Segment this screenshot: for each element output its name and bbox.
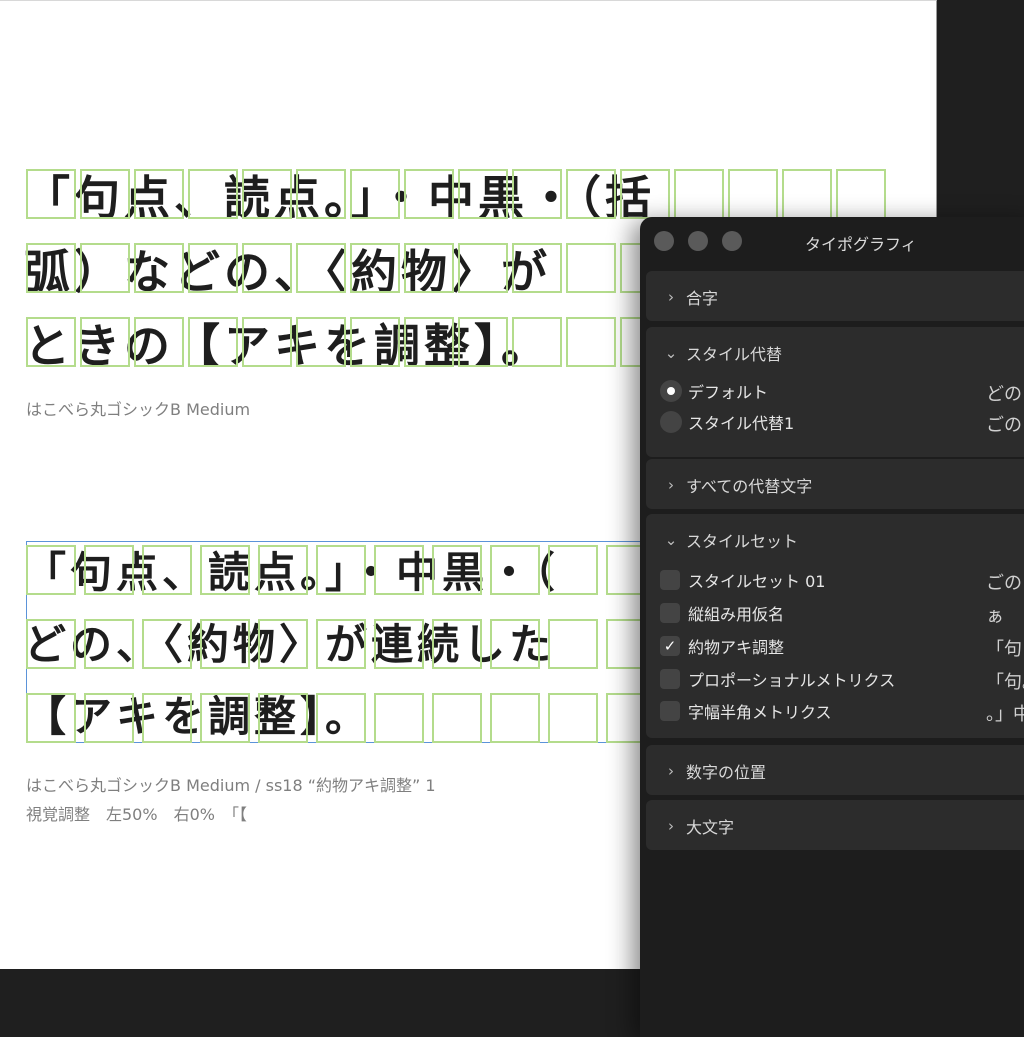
section-capitals[interactable]: › 大文字	[646, 800, 1024, 850]
glyph-preview: どの	[986, 384, 1022, 405]
checkbox	[660, 701, 680, 721]
section-header[interactable]: ⌄ スタイル代替	[662, 341, 782, 365]
section-label: すべての代替文字	[686, 477, 813, 496]
sample2-caption-line2: 視覚調整 左50% 右0% 「【	[26, 805, 247, 824]
option-label: スタイルセット 01	[688, 572, 826, 591]
radio-unselected-icon	[660, 411, 682, 433]
option-label: 縦組み用仮名	[688, 605, 785, 624]
radio-selected-icon	[660, 380, 682, 402]
section-header[interactable]: ⌄ スタイルセット	[662, 528, 798, 552]
glyph-preview: 「句。	[986, 672, 1024, 693]
glyph-frame	[836, 169, 886, 219]
section-all-alternates[interactable]: › すべての代替文字	[646, 459, 1024, 509]
chevron-right-icon: ›	[668, 762, 674, 780]
glyph-preview: 。」中	[986, 704, 1024, 725]
radio-default[interactable]: デフォルト	[660, 379, 768, 403]
checkbox	[660, 669, 680, 689]
checkbox-proportional-metrics[interactable]: プロポーショナルメトリクス	[660, 667, 895, 691]
glyph-preview: ごの	[986, 415, 1022, 436]
glyph-frame	[728, 169, 778, 219]
chevron-down-icon: ⌄	[664, 344, 678, 362]
sample1-line: 弧）などの、〈約物〉が	[24, 245, 551, 299]
glyph-preview: ごの	[986, 573, 1022, 594]
typography-panel: タイポグラフィ › 合字 ⌄ スタイル代替 デフォルト どの スタイル代替1 ごの …	[640, 217, 1024, 1037]
sample2-line: どの、〈約物〉が連続した	[24, 620, 556, 669]
glyph-preview: ぁ	[986, 606, 1004, 627]
panel-titlebar[interactable]: タイポグラフィ	[640, 217, 1024, 267]
section-style-sets: ⌄ スタイルセット スタイルセット 01 ごの 縦組み用仮名 ぁ ✓ 約物アキ調整 …	[646, 514, 1024, 738]
radio-stylistic-alternate-1[interactable]: スタイル代替1	[660, 410, 794, 434]
close-window-button[interactable]	[654, 231, 674, 251]
option-label: デフォルト	[688, 383, 769, 402]
checkbox	[660, 603, 680, 623]
sample-text-1[interactable]: 「句点、読点。」・中黒・（括 弧）などの、〈約物〉が ときの【アキを調整】。	[24, 161, 655, 383]
sample1-line: 「句点、読点。」・中黒・（括	[24, 171, 655, 225]
option-label: 字幅半角メトリクス	[688, 703, 832, 722]
glyph-preview: 「句	[986, 639, 1022, 660]
section-label: 数字の位置	[686, 763, 767, 782]
sample1-caption: はこべら丸ゴシックB Medium	[26, 400, 251, 419]
chevron-right-icon: ›	[668, 476, 674, 494]
glyph-frame	[782, 169, 832, 219]
checkbox	[660, 570, 680, 590]
chevron-right-icon: ›	[668, 288, 674, 306]
sample2-caption-line1: はこべら丸ゴシックB Medium / ss18 “約物アキ調整” 1	[26, 776, 436, 795]
checkbox-punctuation-spacing[interactable]: ✓ 約物アキ調整	[660, 634, 784, 658]
sample1-line: ときの【アキを調整】。	[24, 319, 551, 373]
minimize-window-button[interactable]	[688, 231, 708, 251]
sample2-line: 【アキを調整】。	[24, 692, 372, 741]
checkbox-style-set-01[interactable]: スタイルセット 01	[660, 568, 825, 592]
section-ligatures[interactable]: › 合字	[646, 271, 1024, 321]
section-label: 大文字	[686, 818, 735, 837]
option-label: プロポーショナルメトリクス	[688, 671, 896, 690]
checkbox-half-width-metrics[interactable]: 字幅半角メトリクス	[660, 699, 832, 723]
zoom-window-button[interactable]	[722, 231, 742, 251]
section-label: 合字	[686, 289, 719, 308]
section-number-position[interactable]: › 数字の位置	[646, 745, 1024, 795]
section-label: スタイル代替	[686, 345, 783, 364]
sample-text-2[interactable]: 「句点、読点。」・中黒・（ どの、〈約物〉が連続した 【アキを調整】。	[24, 537, 559, 753]
checkbox-vertical-kana[interactable]: 縦組み用仮名	[660, 601, 784, 625]
chevron-down-icon: ⌄	[664, 531, 678, 549]
checkmark-icon: ✓	[660, 636, 680, 656]
option-label: スタイル代替1	[688, 414, 795, 433]
chevron-right-icon: ›	[668, 817, 674, 835]
glyph-frame	[674, 169, 724, 219]
option-label: 約物アキ調整	[688, 638, 785, 657]
panel-title: タイポグラフィ	[805, 235, 917, 254]
section-stylistic-alternates: ⌄ スタイル代替 デフォルト どの スタイル代替1 ごの	[646, 327, 1024, 457]
sample2-line: 「句点、読点。」・中黒・（	[24, 548, 560, 597]
section-label: スタイルセット	[686, 532, 799, 551]
